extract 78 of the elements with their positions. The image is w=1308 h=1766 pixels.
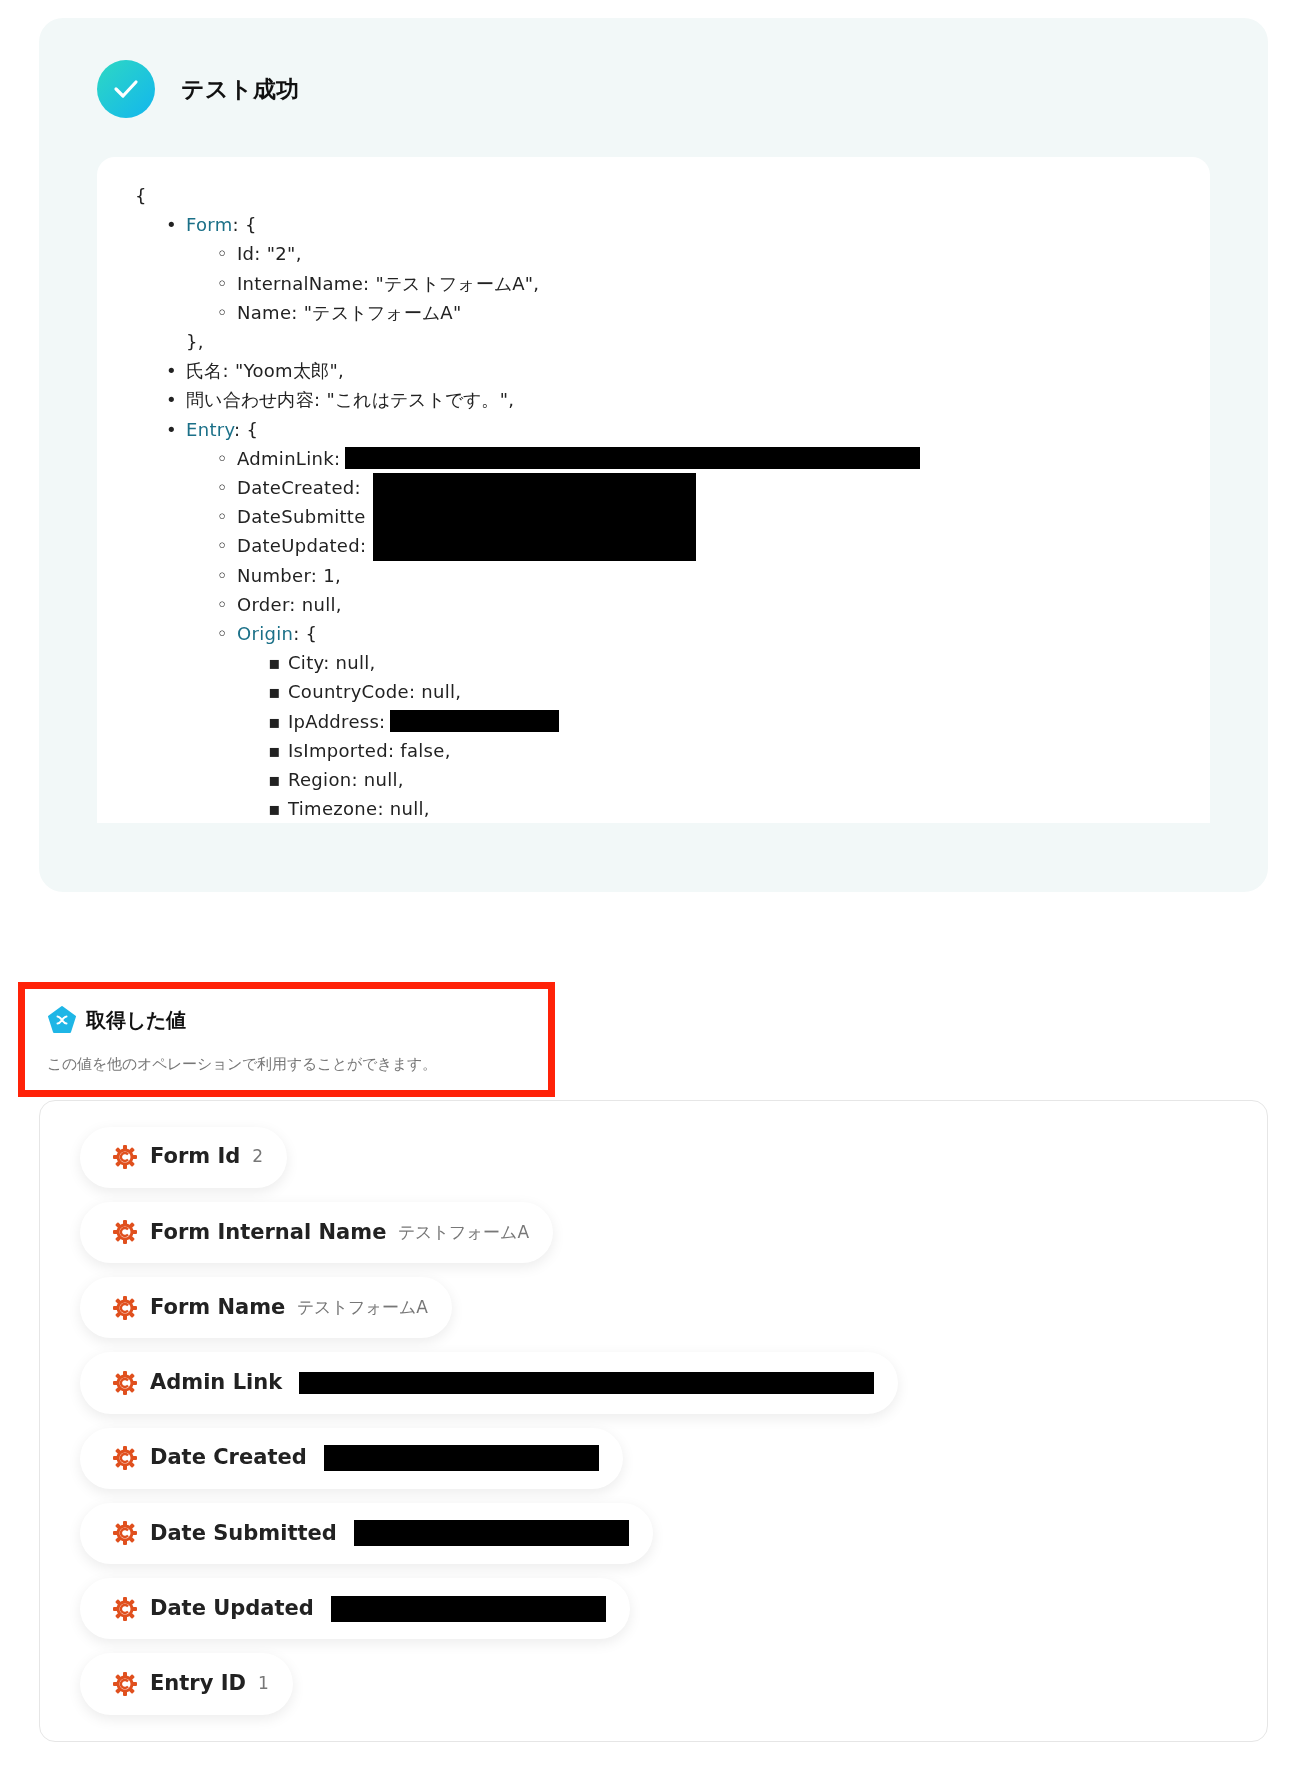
value-chip[interactable]: Date Created xyxy=(80,1427,623,1489)
json-line: DateCreated: xyxy=(237,477,361,499)
gear-icon xyxy=(112,1294,138,1321)
list-bullet: • xyxy=(166,213,177,238)
list-bullet: ◦ xyxy=(217,271,228,296)
value-label: Date Updated xyxy=(150,1594,314,1622)
list-bullet: • xyxy=(166,417,177,442)
section-title: 取得した値 xyxy=(86,1007,186,1034)
list-bullet: ▪ xyxy=(268,738,281,763)
value-label: Form Id xyxy=(150,1143,241,1171)
value-label: Date Created xyxy=(150,1444,307,1472)
value-chip[interactable]: Form Id 2 xyxy=(80,1126,288,1188)
value-chip[interactable]: Form Internal Name テストフォームA xyxy=(80,1201,553,1263)
json-line: Timezone: null, xyxy=(288,798,430,820)
value-label: Entry ID xyxy=(150,1670,246,1698)
list-bullet: ▪ xyxy=(268,768,281,793)
gear-icon xyxy=(112,1369,138,1396)
list-bullet: ◦ xyxy=(217,592,228,617)
result-title: テスト成功 xyxy=(181,74,299,104)
key-link[interactable]: Origin xyxy=(237,623,294,645)
gear-icon xyxy=(112,1595,138,1622)
gear-icon xyxy=(112,1219,138,1246)
list-bullet: ◦ xyxy=(217,300,228,325)
value-chip[interactable]: Form Name テストフォームA xyxy=(80,1277,452,1339)
section-description: この値を他のオペレーションで利用することができます。 xyxy=(47,1054,438,1075)
json-line: 問い合わせ内容: "これはテストです。", xyxy=(186,389,515,411)
json-line: }, xyxy=(186,330,205,354)
value-text: 1 xyxy=(257,1672,269,1696)
value-text: 2 xyxy=(252,1145,264,1169)
json-line: IsImported: false, xyxy=(288,739,451,761)
gear-icon xyxy=(112,1144,138,1171)
list-bullet: ◦ xyxy=(217,505,228,530)
json-line: 氏名: "Yoom太郎", xyxy=(186,360,345,382)
list-bullet: ◦ xyxy=(217,242,228,267)
value-chip[interactable]: Date Submitted xyxy=(80,1502,653,1564)
value-label: Admin Link xyxy=(150,1369,283,1397)
list-bullet: ◦ xyxy=(217,563,228,588)
json-line: Name: "テストフォームA" xyxy=(237,301,462,323)
json-line: City: null, xyxy=(288,652,376,674)
value-text: テストフォームA xyxy=(398,1220,529,1244)
json-line: Id: "2", xyxy=(237,243,302,265)
json-line: AdminLink: xyxy=(237,447,341,469)
list-bullet: ◦ xyxy=(217,476,228,501)
list-bullet: ▪ xyxy=(268,651,281,676)
list-bullet: ◦ xyxy=(217,534,228,559)
json-line: CountryCode: null, xyxy=(288,681,462,703)
key-link[interactable]: Form xyxy=(186,214,233,236)
json-line: InternalName: "テストフォームA", xyxy=(237,272,540,294)
gear-icon xyxy=(112,1445,138,1472)
json-line: Form: { xyxy=(186,214,257,236)
check-icon xyxy=(97,60,155,118)
json-line: Entry: { xyxy=(186,418,259,440)
value-label: Form Internal Name xyxy=(150,1218,387,1246)
list-bullet: ▪ xyxy=(268,797,281,822)
list-bullet: ◦ xyxy=(217,446,228,471)
value-chip[interactable]: Admin Link xyxy=(80,1352,899,1414)
list-bullet: ▪ xyxy=(268,709,281,734)
value-label: Date Submitted xyxy=(150,1519,337,1547)
json-line: { xyxy=(135,184,148,208)
json-line: Order: null, xyxy=(237,593,342,615)
list-bullet: • xyxy=(166,388,177,413)
key-link[interactable]: Entry xyxy=(186,418,235,440)
list-bullet: • xyxy=(166,359,177,384)
value-chip[interactable]: Date Updated xyxy=(80,1578,630,1640)
json-line: DateUpdated: xyxy=(237,535,367,557)
json-line: Region: null, xyxy=(288,769,404,791)
value-text: テストフォームA xyxy=(297,1295,428,1319)
list-bullet: ▪ xyxy=(268,680,281,705)
value-chip[interactable]: Entry ID 1 xyxy=(80,1653,293,1715)
json-line: Origin: { xyxy=(237,623,318,645)
json-line: DateSubmitte xyxy=(237,506,366,528)
list-bullet: ◦ xyxy=(217,622,228,647)
gear-icon xyxy=(112,1520,138,1547)
value-label: Form Name xyxy=(150,1293,286,1321)
variable-icon xyxy=(47,1005,77,1035)
json-line: IpAddress: xyxy=(288,710,386,732)
gear-icon xyxy=(112,1670,138,1697)
json-line: Number: 1, xyxy=(237,564,341,586)
